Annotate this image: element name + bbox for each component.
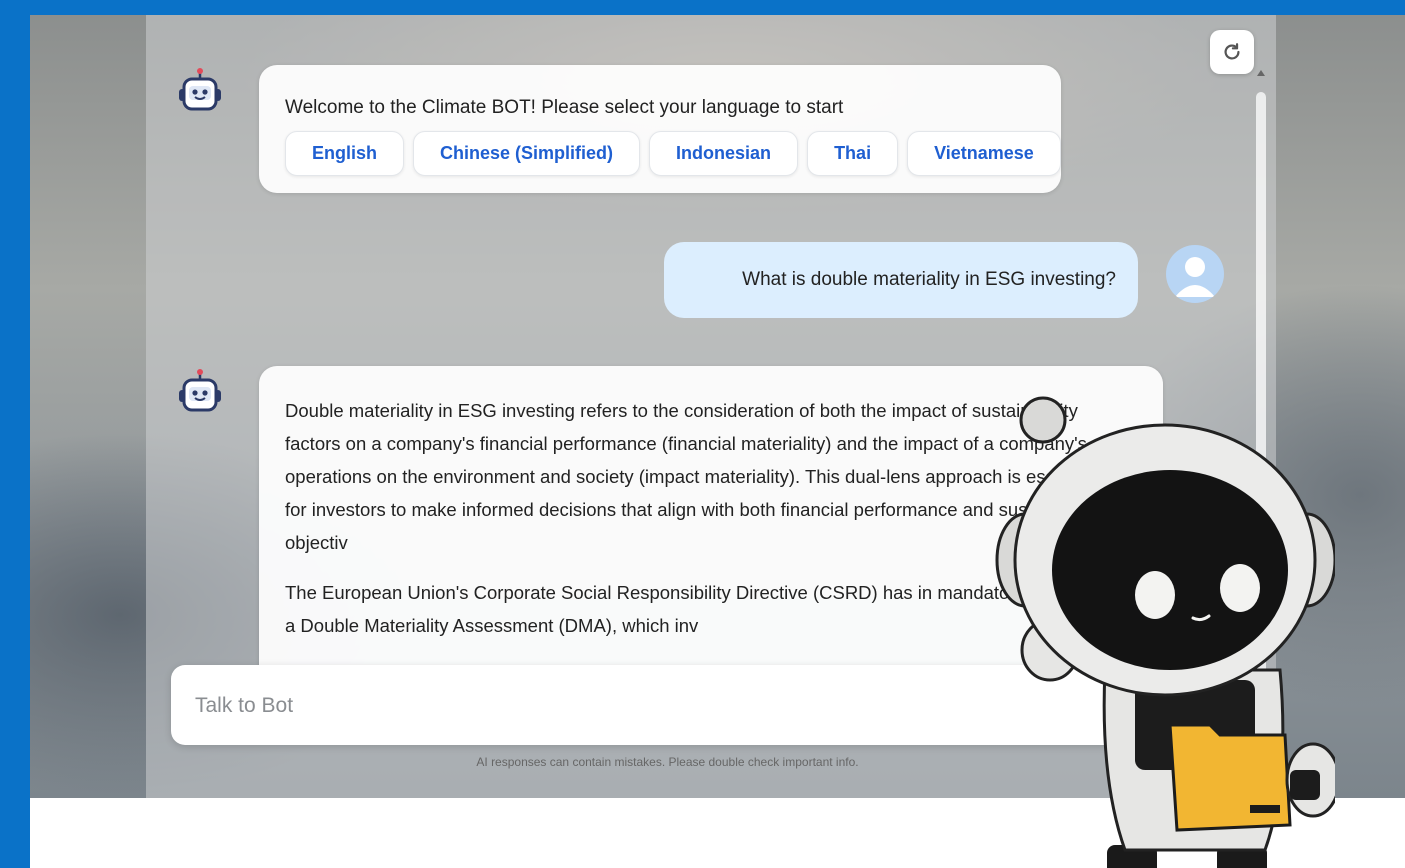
welcome-message: Welcome to the Climate BOT! Please selec… (259, 65, 1061, 193)
welcome-text: Welcome to the Climate BOT! Please selec… (285, 97, 844, 118)
language-button-vietnamese[interactable]: Vietnamese (907, 131, 1061, 176)
language-options: English Chinese (Simplified) Indonesian … (285, 131, 1061, 176)
language-button-indonesian[interactable]: Indonesian (649, 131, 799, 176)
app-frame: Welcome to the Climate BOT! Please selec… (30, 15, 1405, 868)
language-button-english[interactable]: English (285, 131, 405, 176)
user-avatar-icon (1166, 245, 1224, 303)
language-button-chinese-simplified[interactable]: Chinese (Simplified) (413, 131, 641, 176)
refresh-icon (1224, 43, 1240, 60)
disclaimer-text: AI responses can contain mistakes. Pleas… (476, 755, 859, 769)
chat-input[interactable] (193, 665, 1097, 747)
language-button-thai[interactable]: Thai (807, 131, 899, 176)
astronaut-mascot-icon (995, 396, 1335, 868)
robot-icon (179, 68, 221, 111)
robot-icon (179, 369, 221, 412)
scroll-up-arrow-icon[interactable] (1257, 70, 1265, 76)
user-message: What is double materiality in ESG invest… (664, 242, 1138, 318)
refresh-button[interactable] (1210, 30, 1254, 74)
